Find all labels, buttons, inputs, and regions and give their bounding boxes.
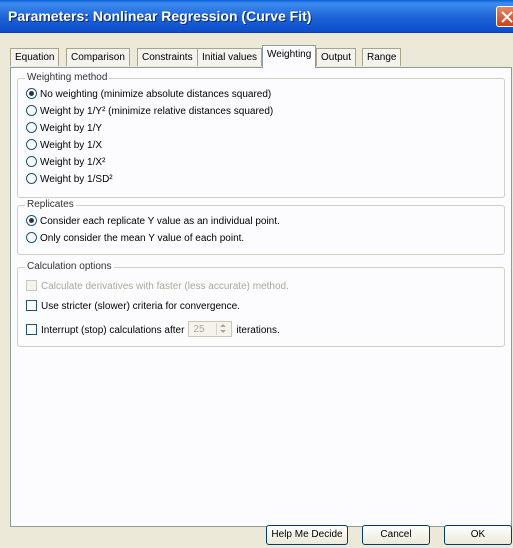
- stricter-checkbox-row[interactable]: Use stricter (slower) criteria for conve…: [26, 300, 240, 314]
- help-me-decide-button[interactable]: Help Me Decide: [266, 525, 348, 545]
- tab-panel-weighting: Weighting method No weighting (minimize …: [10, 67, 512, 527]
- radio-icon[interactable]: [26, 232, 37, 243]
- weighting-method-group: Weighting method No weighting (minimize …: [17, 72, 505, 198]
- weighting-option-1-over-x[interactable]: Weight by 1/X: [26, 139, 102, 153]
- radio-icon[interactable]: [26, 122, 37, 133]
- interrupt-checkbox-row[interactable]: Interrupt (stop) calculations after 25 ite…: [26, 321, 280, 337]
- weighting-option-1-over-y2[interactable]: Weight by 1/Y² (minimize relative distan…: [26, 105, 273, 119]
- calculation-options-group: Calculation options Calculate derivative…: [17, 261, 505, 347]
- close-icon: [501, 11, 513, 23]
- replicates-legend: Replicates: [25, 199, 76, 210]
- title-bar[interactable]: Parameters: Nonlinear Regression (Curve …: [0, 0, 513, 33]
- radio-icon[interactable]: [26, 156, 37, 167]
- tab-equation[interactable]: Equation: [10, 48, 60, 66]
- weighting-option-none[interactable]: No weighting (minimize absolute distance…: [26, 88, 271, 102]
- radio-icon[interactable]: [26, 139, 37, 150]
- radio-icon[interactable]: [26, 215, 37, 226]
- derivatives-checkbox-row: Calculate derivatives with faster (less …: [26, 280, 289, 294]
- tab-weighting[interactable]: Weighting: [262, 45, 317, 68]
- dialog-window: Parameters: Nonlinear Regression (Curve …: [0, 0, 513, 548]
- weighting-option-1-over-sd2[interactable]: Weight by 1/SD²: [26, 173, 113, 187]
- spinner-arrows-icon: [216, 323, 230, 335]
- tab-range[interactable]: Range: [362, 48, 402, 66]
- replicates-option-mean[interactable]: Only consider the mean Y value of each p…: [26, 232, 244, 246]
- close-button[interactable]: [496, 6, 513, 27]
- ok-button[interactable]: OK: [444, 525, 512, 545]
- replicates-option-individual[interactable]: Consider each replicate Y value as an in…: [26, 215, 280, 229]
- window-title: Parameters: Nonlinear Regression (Curve …: [8, 8, 312, 24]
- tab-comparison[interactable]: Comparison: [66, 48, 130, 66]
- checkbox-interrupt[interactable]: [26, 324, 37, 335]
- calculation-options-legend: Calculation options: [25, 261, 114, 272]
- iterations-value: 25: [193, 324, 205, 335]
- weighting-option-1-over-x2[interactable]: Weight by 1/X²: [26, 156, 105, 170]
- weighting-option-1-over-y[interactable]: Weight by 1/Y: [26, 122, 102, 136]
- checkbox-derivatives: [26, 280, 37, 291]
- iterations-spinner: 25: [188, 321, 233, 337]
- radio-icon[interactable]: [26, 173, 37, 184]
- tab-constraints[interactable]: Constraints: [137, 48, 198, 66]
- radio-icon[interactable]: [26, 105, 37, 116]
- cancel-button[interactable]: Cancel: [362, 525, 430, 545]
- weighting-method-legend: Weighting method: [25, 72, 110, 83]
- tab-output[interactable]: Output: [316, 48, 357, 66]
- radio-icon[interactable]: [26, 88, 37, 99]
- tab-initial-values[interactable]: Initial values: [197, 48, 263, 66]
- replicates-group: Replicates Consider each replicate Y val…: [17, 199, 505, 255]
- checkbox-stricter[interactable]: [26, 300, 37, 311]
